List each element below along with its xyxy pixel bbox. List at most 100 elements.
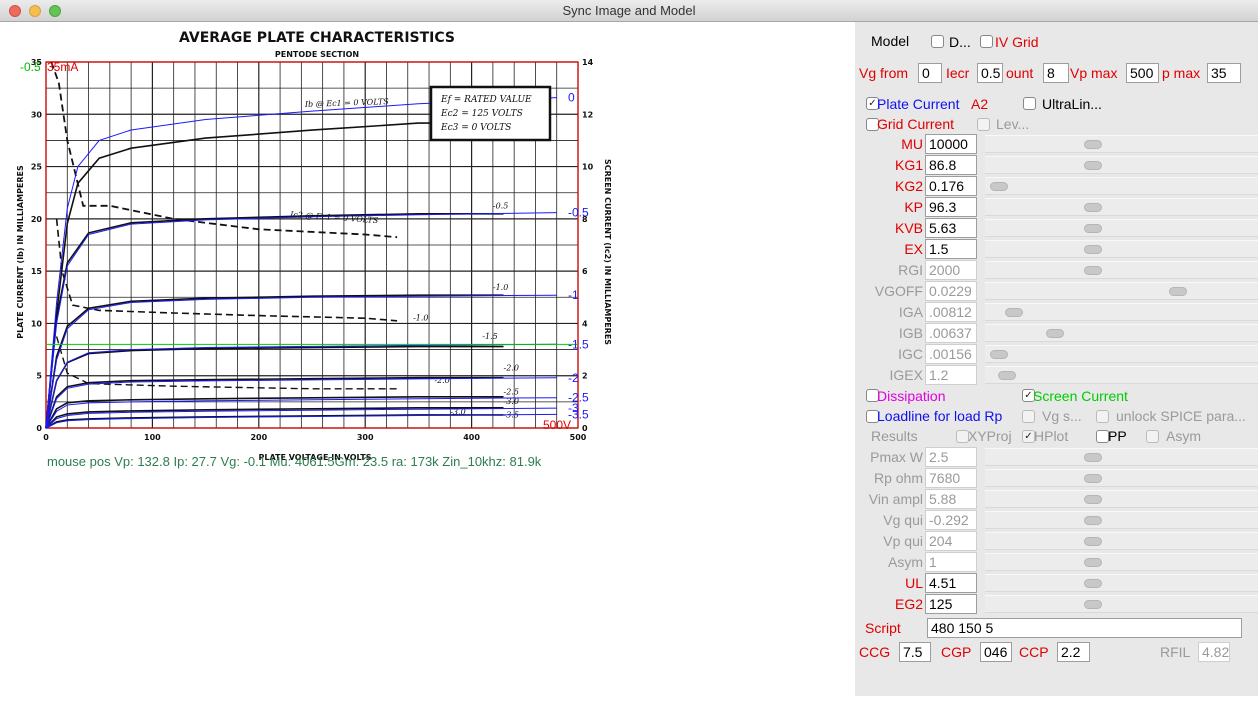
param-slider[interactable] [985,532,1258,550]
slider-knob[interactable] [1084,579,1103,588]
param-slider[interactable] [985,240,1258,258]
slider-knob[interactable] [1084,203,1103,212]
vg-from-input[interactable]: 0 [918,63,942,83]
param-value-input[interactable]: 96.3 [925,197,977,217]
asym-label: Asym [1166,428,1201,444]
param-slider[interactable] [985,282,1258,300]
param-value-input[interactable]: 1.2 [925,365,977,385]
ccp-input[interactable]: 2.2 [1057,642,1090,662]
datasheet-curve [45,376,504,429]
slider-knob[interactable] [1084,516,1103,525]
param-slider[interactable] [985,469,1258,487]
slider-knob[interactable] [1084,558,1103,567]
vp-max-input[interactable]: 500 [1126,63,1159,83]
param-row: UL 4.51 [855,573,1258,594]
y2-tick-label: 8 [582,215,588,224]
count-input[interactable]: 8 [1043,63,1069,83]
param-slider[interactable] [985,156,1258,174]
iv-grid-label: IV Grid [995,34,1039,50]
param-value-input[interactable]: 0.0229 [925,281,977,301]
param-slider[interactable] [985,553,1258,571]
cgp-input[interactable]: 046 [980,642,1012,662]
param-slider[interactable] [985,595,1258,613]
slider-knob[interactable] [1084,600,1103,609]
param-slider[interactable] [985,198,1258,216]
param-slider[interactable] [985,261,1258,279]
param-value-input[interactable]: 5.63 [925,218,977,238]
slider-knob[interactable] [1084,245,1103,254]
rfil-input[interactable]: 4.82 [1198,642,1230,662]
chart-subtitle: PENTODE SECTION [275,50,359,59]
param-row: VGOFF 0.0229 [855,281,1258,302]
slider-knob[interactable] [1046,329,1065,338]
param-value-input[interactable]: 204 [925,531,977,551]
plot-area[interactable]: -0.5 -1.0 -1.0 -1.5 -2.0 -2.0 -2.5 -3.0 -3.0 -3.5… [0,22,855,696]
lev-checkbox[interactable] [977,118,990,131]
p-max-input[interactable]: 35 [1207,63,1241,83]
mouse-status-line: mouse pos Vp: 132.8 Ip: 27.7 Vg: -0.1 Mu… [47,454,542,469]
y2-tick-label: 0 [582,424,588,433]
datasheet-curve-label: -1.5 [482,332,497,341]
param-slider[interactable] [985,324,1258,342]
param-value-input[interactable]: 125 [925,594,977,614]
model-curve-label: 0 [568,91,575,105]
datasheet-curve [45,213,504,429]
param-value-input[interactable]: 1.5 [925,239,977,259]
param-slider[interactable] [985,303,1258,321]
param-row: Vp qui 204 [855,531,1258,552]
d-checkbox[interactable] [931,35,944,48]
param-value-input[interactable]: 4.51 [925,573,977,593]
asym-checkbox[interactable] [1146,430,1159,443]
param-value-input[interactable]: 2.5 [925,447,977,467]
slider-knob[interactable] [1084,266,1103,275]
param-slider[interactable] [985,219,1258,237]
slider-knob[interactable] [1084,140,1103,149]
slider-knob[interactable] [1084,495,1103,504]
slider-knob[interactable] [1084,474,1103,483]
close-window-button[interactable] [9,5,21,17]
ccg-input[interactable]: 7.5 [899,642,931,662]
slider-knob[interactable] [997,371,1016,380]
param-value-input[interactable]: 10000 [925,134,977,154]
unlock-spice-checkbox[interactable] [1096,410,1109,423]
slider-knob[interactable] [1005,308,1024,317]
param-value-input[interactable]: 5.88 [925,489,977,509]
d-label: D... [949,34,971,50]
param-value-input[interactable]: 7680 [925,468,977,488]
slider-knob[interactable] [1084,161,1103,170]
param-value-input[interactable]: .00637 [925,323,977,343]
param-value-input[interactable]: 1 [925,552,977,572]
zoom-window-button[interactable] [49,5,61,17]
slider-knob[interactable] [1084,453,1103,462]
slider-knob[interactable] [1168,287,1187,296]
param-value-input[interactable]: 0.176 [925,176,977,196]
ultralin-checkbox[interactable] [1023,97,1036,110]
param-value-input[interactable]: 86.8 [925,155,977,175]
param-slider[interactable] [985,366,1258,384]
param-label: IGB [898,325,923,341]
script-input[interactable]: 480 150 5 [927,618,1242,638]
slider-knob[interactable] [1084,224,1103,233]
x-tick-label: 400 [463,433,480,442]
vg-s-checkbox[interactable] [1022,410,1035,423]
param-slider[interactable] [985,135,1258,153]
slider-knob[interactable] [990,350,1009,359]
iv-grid-checkbox[interactable] [980,35,993,48]
param-slider[interactable] [985,345,1258,363]
param-value-input[interactable]: .00156 [925,344,977,364]
slider-knob[interactable] [990,182,1009,191]
param-slider[interactable] [985,490,1258,508]
param-value-input[interactable]: .00812 [925,302,977,322]
param-value-input[interactable]: -0.292 [925,510,977,530]
slider-knob[interactable] [1084,537,1103,546]
param-slider[interactable] [985,448,1258,466]
grid-current-label: Grid Current [877,116,955,132]
param-slider[interactable] [985,511,1258,529]
plate-characteristics-chart[interactable]: -0.5-1.0-1.0-1.5-2.0-2.0-2.5-3.0-3.0 -3.5… [0,22,855,696]
param-slider[interactable] [985,177,1258,195]
minimize-window-button[interactable] [29,5,41,17]
param-value-input[interactable]: 2000 [925,260,977,280]
param-slider[interactable] [985,574,1258,592]
iecr-input[interactable]: 0.5 [977,63,1003,83]
y2-tick-label: 10 [582,163,594,172]
